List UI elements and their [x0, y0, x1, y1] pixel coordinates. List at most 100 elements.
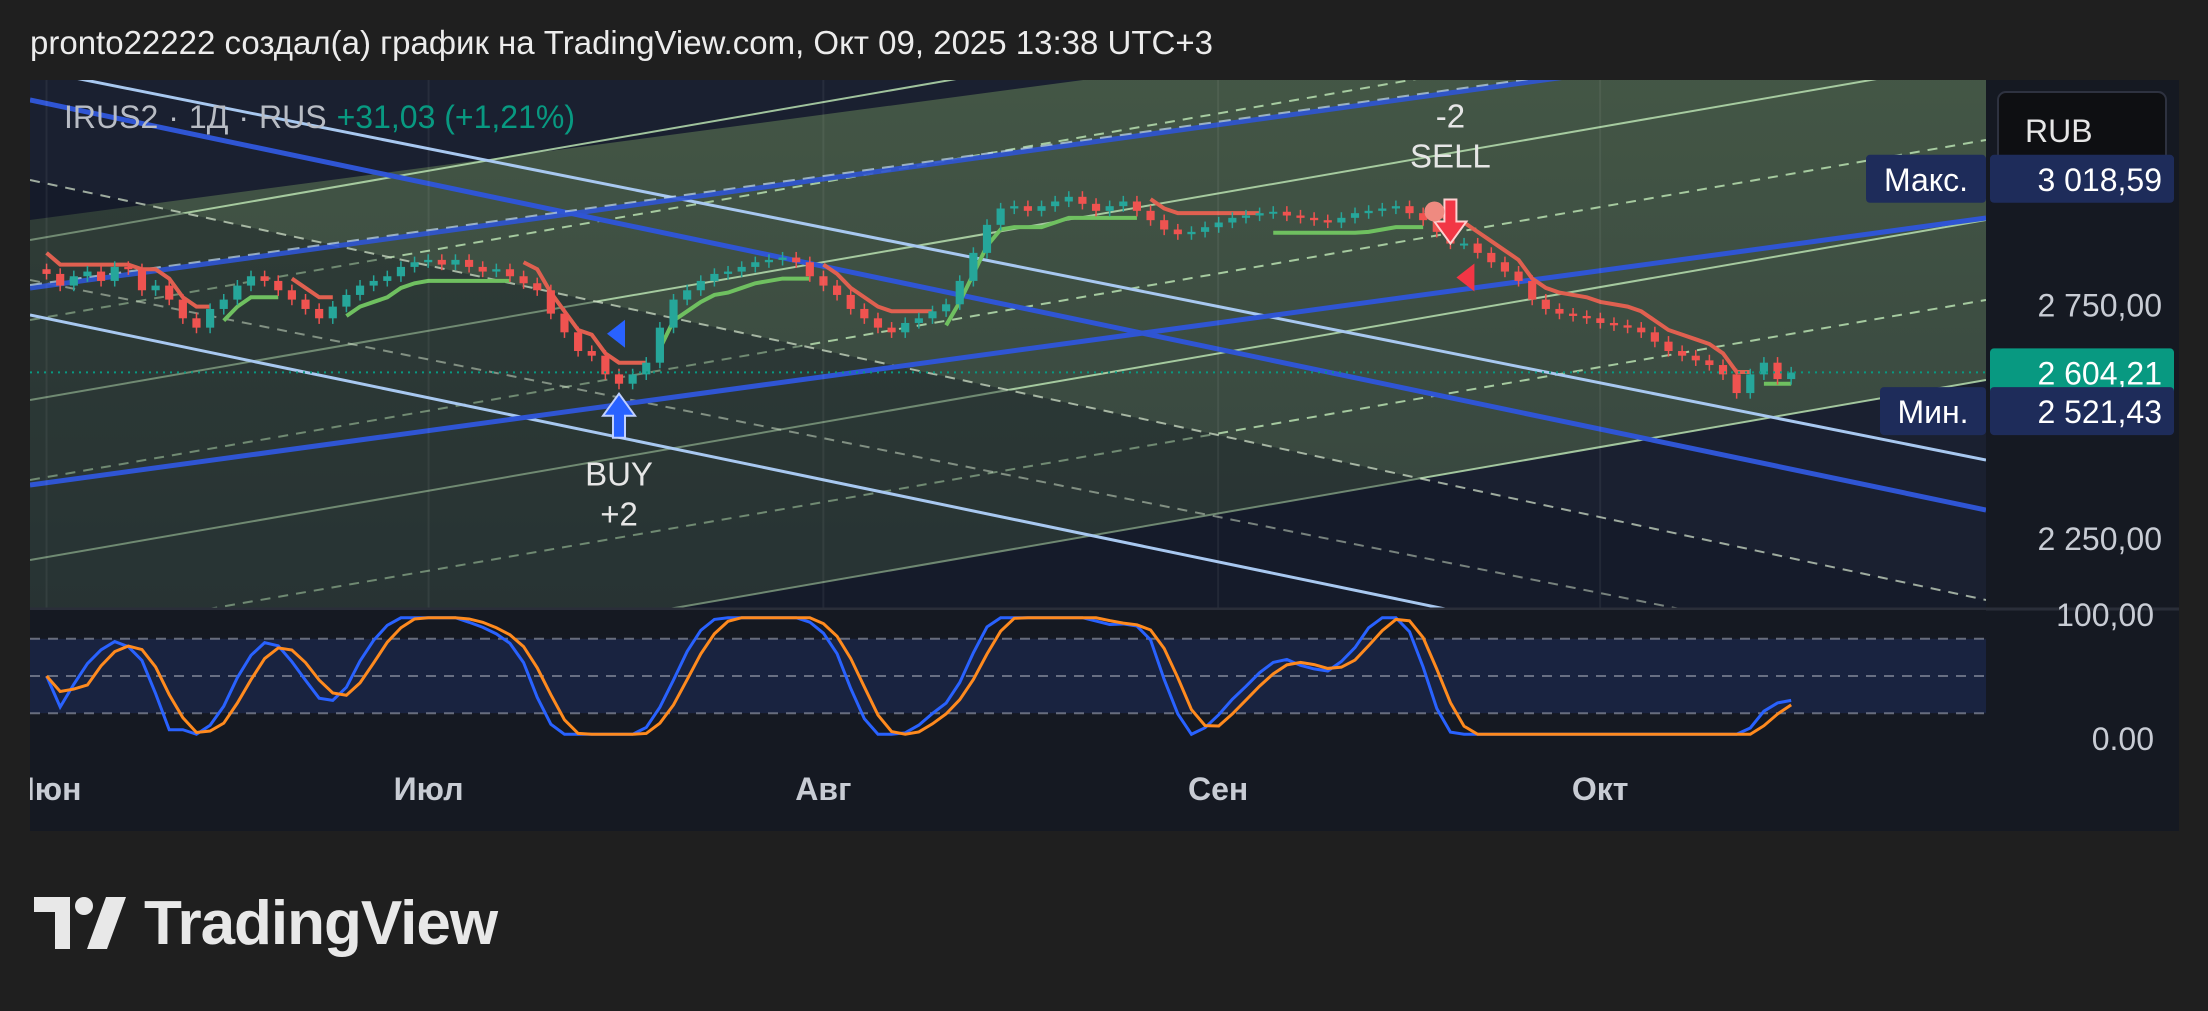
candle — [533, 283, 542, 291]
max-caption: Макс. — [1884, 162, 1968, 198]
legend-interval: 1Д — [189, 99, 229, 135]
candle — [737, 266, 746, 272]
candle — [1473, 243, 1482, 253]
candle — [1337, 217, 1346, 223]
candle — [396, 266, 406, 277]
candle — [982, 224, 992, 253]
candle — [1541, 299, 1550, 309]
candle — [1323, 220, 1332, 223]
candle — [1310, 217, 1319, 221]
candle — [1200, 227, 1210, 232]
candle — [260, 276, 269, 281]
candle — [96, 271, 106, 281]
candle — [1391, 206, 1400, 209]
candle — [723, 271, 733, 274]
sell-signal-label: SELL — [1410, 138, 1491, 175]
candle — [969, 252, 978, 281]
price-tick-label: 2 750,00 — [2037, 287, 2162, 323]
candle — [328, 306, 337, 319]
candle — [383, 276, 392, 281]
candle — [1678, 351, 1687, 356]
candle — [1555, 308, 1564, 314]
candle — [165, 285, 174, 300]
oscillator-tick-label: 100,00 — [2056, 597, 2154, 633]
candle — [1173, 229, 1182, 235]
candle — [69, 276, 78, 286]
candle — [669, 299, 678, 328]
candle — [1773, 362, 1782, 380]
candle — [1241, 215, 1251, 218]
candle — [192, 318, 201, 328]
candle — [1119, 201, 1128, 207]
candle — [1664, 341, 1673, 352]
candle — [1691, 355, 1700, 361]
candle — [1091, 203, 1101, 211]
x-axis-label: Июн — [30, 771, 81, 807]
candle — [628, 374, 637, 384]
candle — [1160, 220, 1169, 230]
candle — [846, 294, 855, 309]
candle — [901, 322, 910, 333]
candle — [1078, 196, 1087, 204]
candle — [614, 374, 624, 384]
candle — [1609, 322, 1619, 326]
candle — [451, 259, 460, 265]
candle — [1705, 360, 1714, 366]
candle — [1105, 206, 1114, 211]
candle — [342, 294, 351, 307]
candle — [1569, 313, 1578, 316]
chart-frame[interactable]: BUY +2 -2 SELL IRUS2 · 1Д · RUS +31,03 (+1,21%) RU… — [30, 80, 2179, 831]
candle — [1732, 374, 1741, 394]
candle — [1637, 327, 1646, 333]
candle — [492, 269, 501, 272]
candle — [410, 262, 419, 267]
candle — [764, 259, 774, 263]
candle — [1514, 271, 1523, 281]
candle — [1459, 243, 1469, 246]
oscillator-tick-label: 0.00 — [2092, 721, 2154, 757]
candle — [1051, 201, 1060, 207]
candle — [928, 311, 937, 319]
candle — [655, 327, 664, 363]
tradingview-logo-icon — [34, 897, 126, 949]
legend-symbol: IRUS2 — [64, 99, 158, 135]
legend-sep1: · — [168, 99, 179, 135]
candle — [519, 276, 528, 284]
candle — [873, 318, 883, 328]
buy-signal-label: BUY — [585, 456, 653, 493]
candle — [206, 308, 215, 328]
current-price-label: 2 604,21 — [2037, 355, 2162, 391]
candle — [560, 313, 569, 333]
chart-svg[interactable]: BUY+2-2SELLIRUS2 · 1Д · RUS +31,03 (+1,21%) RU… — [30, 80, 2179, 831]
buy-signal-qty: +2 — [600, 496, 638, 533]
candle — [1350, 213, 1360, 218]
candle — [369, 280, 378, 286]
candle — [1269, 211, 1278, 214]
candle — [587, 351, 596, 356]
candle — [1364, 210, 1373, 214]
x-axis-label: Окт — [1572, 771, 1629, 807]
candle — [1500, 262, 1510, 272]
candle — [151, 285, 160, 291]
candle — [1528, 280, 1537, 300]
candle — [1255, 213, 1264, 216]
candle — [955, 280, 964, 305]
candle — [832, 285, 842, 295]
candle — [1787, 372, 1796, 380]
candle — [805, 262, 814, 277]
candle — [710, 273, 719, 281]
brand-name: TradingView — [144, 888, 498, 958]
candle — [778, 257, 787, 260]
candle — [56, 273, 65, 286]
candle — [124, 266, 133, 270]
candle — [315, 308, 324, 319]
x-axis-label: Сен — [1188, 771, 1248, 807]
candle — [751, 262, 760, 267]
symbol-legend: IRUS2 · 1Д · RUS +31,03 (+1,21%) — [64, 99, 575, 135]
price-tick-label: 2 250,00 — [2037, 521, 2162, 557]
currency-button-label[interactable]: RUB — [2025, 113, 2093, 149]
candle — [1296, 215, 1305, 218]
candle — [1146, 210, 1155, 221]
candle — [287, 290, 296, 300]
candle — [478, 266, 487, 272]
